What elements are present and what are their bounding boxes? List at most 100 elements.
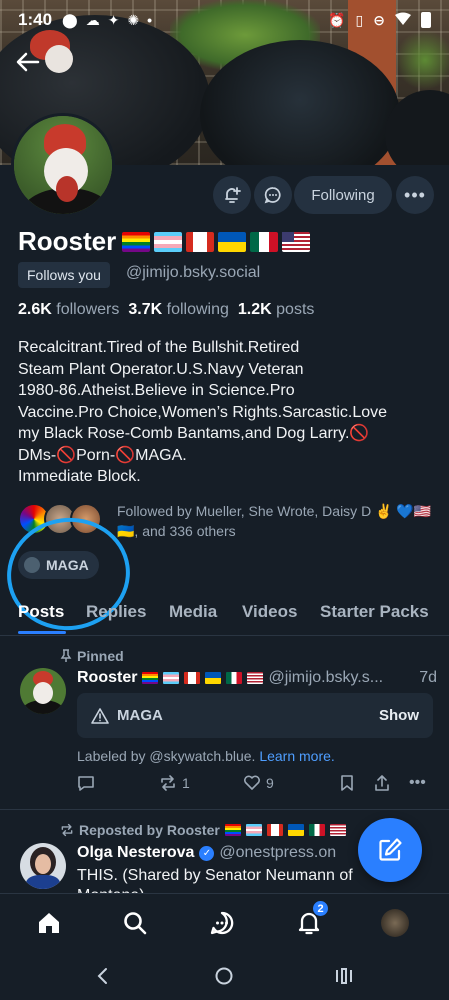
- wifi-icon: [395, 12, 411, 29]
- show-content-button[interactable]: Show: [379, 707, 419, 724]
- arrow-left-icon: [16, 52, 40, 72]
- tab-videos[interactable]: Videos: [242, 602, 297, 622]
- display-name-row: Rooster: [18, 226, 311, 257]
- verified-check-icon: ✓: [199, 845, 215, 861]
- repost-button[interactable]: 1: [159, 774, 190, 792]
- usa-flag-icon: [282, 231, 311, 252]
- bookmark-button[interactable]: [339, 774, 355, 792]
- message-button[interactable]: [254, 176, 292, 214]
- post-time[interactable]: 7d: [419, 669, 437, 687]
- ukraine-flag-icon: [218, 231, 247, 252]
- transgender-flag-icon: [245, 824, 262, 836]
- profile-avatar[interactable]: [11, 113, 115, 217]
- post-more-button[interactable]: •••: [409, 774, 426, 792]
- status-bar: 1:40 ⬤ ☁ ✦ ✺ • ⏰ ▯ ⊖: [0, 0, 449, 40]
- system-recents-button[interactable]: [331, 963, 357, 989]
- posts-stat: 1.2K posts: [237, 301, 315, 318]
- repost-icon: [61, 823, 73, 837]
- post-author-name[interactable]: Rooster: [77, 669, 137, 687]
- tab-posts[interactable]: Posts: [18, 602, 64, 622]
- follower-avatar: [70, 503, 102, 535]
- nav-profile[interactable]: [380, 908, 410, 938]
- dnd-icon: ⊖: [373, 11, 385, 28]
- post-author-handle[interactable]: @onestpress.on: [219, 844, 336, 862]
- home-icon: [39, 913, 59, 933]
- chat-bubble-icon: [264, 187, 281, 204]
- post-header: Rooster @jimijo.bsky.s... 7d: [77, 669, 437, 687]
- user-avatar: [381, 909, 409, 937]
- search-icon: [124, 912, 147, 935]
- system-navigation-bar: [0, 953, 449, 1000]
- labeler-avatar: [24, 557, 40, 573]
- rainbow-flag-icon: [224, 824, 241, 836]
- vibrate-icon: ▯: [355, 11, 364, 28]
- repost-icon: [161, 775, 175, 791]
- compose-post-button[interactable]: [358, 818, 422, 882]
- like-button[interactable]: 9: [243, 774, 274, 792]
- chevron-left-icon: [97, 968, 107, 984]
- system-back-button[interactable]: [90, 963, 116, 989]
- pinned-indicator: Pinned: [60, 648, 124, 664]
- canada-flag-icon: [186, 231, 215, 252]
- ellipsis-icon: •••: [409, 774, 426, 791]
- usa-flag-icon: [247, 672, 264, 684]
- followed-by-text[interactable]: Followed by Mueller, She Wrote, Daisy D …: [117, 501, 437, 541]
- following-button[interactable]: Following: [294, 176, 392, 214]
- post-author-handle[interactable]: @jimijo.bsky.s...: [268, 669, 383, 687]
- system-home-button[interactable]: [211, 963, 237, 989]
- bell-plus-icon: [225, 187, 241, 203]
- compose-icon: [379, 838, 402, 861]
- bookmark-icon: [341, 775, 353, 791]
- transgender-flag-icon: [154, 231, 183, 252]
- share-button[interactable]: [373, 774, 391, 792]
- followers-stat[interactable]: 2.6K followers: [18, 301, 119, 319]
- nav-notifications[interactable]: 2: [294, 900, 329, 938]
- display-name: Rooster: [18, 226, 117, 256]
- ukraine-flag-icon: [287, 824, 304, 836]
- tab-starter-packs[interactable]: Starter Packs: [320, 602, 429, 622]
- pin-icon: [60, 649, 72, 662]
- reply-button[interactable]: [77, 774, 95, 792]
- share-icon: [375, 775, 389, 791]
- butterfly-icon: ✦: [107, 11, 120, 28]
- alarm-icon: ⏰: [328, 11, 346, 28]
- repost-count: 1: [182, 775, 190, 791]
- reply-icon: [78, 776, 94, 791]
- tab-replies[interactable]: Replies: [86, 602, 146, 622]
- moderation-label-chip[interactable]: MAGA: [18, 551, 99, 579]
- follows-you-badge: Follows you: [18, 262, 110, 288]
- nav-search[interactable]: [120, 908, 150, 938]
- content-warning-label: MAGA: [117, 707, 163, 724]
- followed-by-avatars[interactable]: [18, 503, 108, 535]
- canada-flag-icon: [266, 824, 283, 836]
- warning-icon: [91, 707, 109, 724]
- post-header: Olga Nesterova ✓ @onestpress.on: [77, 844, 336, 862]
- recents-icon: [336, 968, 352, 984]
- heart-icon: [244, 775, 260, 790]
- notification-dot-icon: ⬤: [62, 11, 78, 28]
- learn-more-link[interactable]: Learn more.: [259, 748, 334, 764]
- profile-tabs: Posts Replies Media Videos Starter Packs: [0, 596, 449, 636]
- post-author-avatar[interactable]: [20, 843, 66, 889]
- rainbow-flag-icon: [142, 672, 159, 684]
- tab-media[interactable]: Media: [169, 602, 217, 622]
- post-author-avatar[interactable]: [20, 668, 66, 714]
- cloud-icon: ☁: [85, 11, 100, 28]
- nav-chat[interactable]: [207, 908, 237, 938]
- ellipsis-icon: •••: [404, 184, 426, 205]
- post-author-name[interactable]: Olga Nesterova: [77, 844, 194, 862]
- content-warning-box[interactable]: MAGA Show: [77, 693, 433, 738]
- rainbow-flag-icon: [122, 231, 151, 252]
- following-stat[interactable]: 3.7K following: [128, 301, 229, 319]
- circle-home-icon: [215, 967, 233, 985]
- notification-count-badge: 2: [312, 900, 329, 917]
- nav-home[interactable]: [34, 908, 64, 938]
- subscribe-notifications-button[interactable]: [213, 176, 251, 214]
- canada-flag-icon: [184, 672, 201, 684]
- flag-list: [122, 231, 311, 252]
- label-chip-text: MAGA: [46, 557, 89, 573]
- more-options-button[interactable]: •••: [396, 176, 434, 214]
- chat-icon: [210, 911, 234, 935]
- back-button[interactable]: [8, 44, 48, 80]
- reposted-indicator[interactable]: Reposted by Rooster: [60, 822, 346, 838]
